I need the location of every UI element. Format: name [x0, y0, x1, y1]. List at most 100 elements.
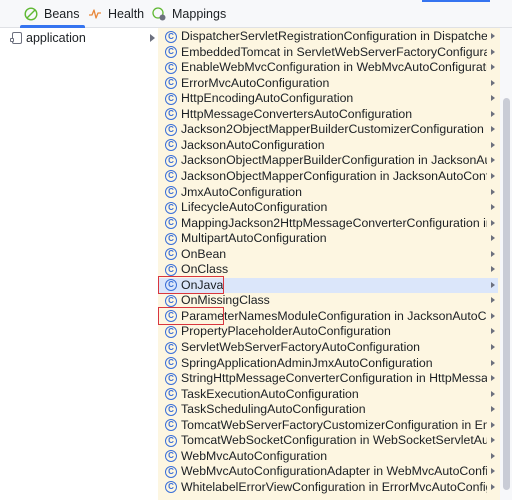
list-item-label: TaskExecutionAutoConfiguration [181, 386, 359, 401]
list-item[interactable]: C OnClass [158, 262, 498, 278]
class-icon: C [165, 310, 177, 323]
list-item[interactable]: C EmbeddedTomcat in ServletWebServerFacto… [158, 45, 498, 61]
class-icon: C [165, 263, 177, 276]
list-item[interactable]: C OnBean [158, 247, 498, 263]
chevron-right-icon [491, 33, 495, 39]
list-item[interactable]: C DispatcherServletRegistrationConfigurat… [158, 29, 498, 45]
chevron-right-icon [491, 157, 495, 164]
health-icon [88, 7, 102, 21]
list-item[interactable]: C JacksonAutoConfiguration [158, 138, 498, 154]
class-icon: C [165, 481, 177, 494]
tree-item-application[interactable]: application [0, 30, 158, 46]
chevron-right-icon [491, 437, 495, 444]
list-item[interactable]: C TomcatWebSocketConfiguration in WebSock… [158, 433, 498, 449]
list-item[interactable]: C ErrorMvcAutoConfiguration [158, 76, 498, 92]
chevron-right-icon [491, 219, 495, 226]
chevron-right-icon [491, 328, 495, 335]
application-tree: application [0, 28, 158, 500]
class-icon: C [165, 357, 177, 370]
tree-item-label: application [26, 31, 86, 45]
class-icon: C [165, 170, 177, 183]
chevron-right-icon [491, 79, 495, 86]
list-item-label: TomcatWebServerFactoryCustomizerConfigur… [181, 417, 487, 432]
chevron-right-icon [491, 406, 495, 413]
chevron-right-icon [491, 126, 495, 133]
chevron-right-icon [491, 204, 495, 211]
class-icon: C [165, 419, 177, 432]
list-item[interactable]: C TaskSchedulingAutoConfiguration [158, 402, 498, 418]
tab-beans-label: Beans [44, 6, 80, 21]
list-item-label: DispatcherServletRegistrationConfigurati… [181, 29, 487, 43]
chevron-right-icon [491, 390, 495, 397]
tab-scroll-indicator [422, 0, 490, 2]
class-icon: C [165, 123, 177, 136]
chevron-right-icon [491, 95, 495, 102]
chevron-right-icon [491, 483, 495, 490]
list-item-label: WhitelabelErrorViewConfiguration in Erro… [181, 479, 487, 494]
list-item-label: WebMvcAutoConfiguration [181, 448, 328, 463]
chevron-right-icon [491, 110, 495, 117]
list-item[interactable]: C LifecycleAutoConfiguration [158, 200, 498, 216]
chevron-right-icon [491, 297, 495, 304]
chevron-right-icon [491, 266, 495, 273]
tab-mappings-label: Mappings [172, 6, 227, 21]
class-icon: C [165, 46, 177, 59]
list-item[interactable]: C MappingJackson2HttpMessageConverterConf… [158, 216, 498, 232]
vertical-scrollbar[interactable] [500, 28, 512, 500]
class-icon: C [165, 294, 177, 307]
list-item-label: TomcatWebSocketConfiguration in WebSocke… [181, 433, 487, 448]
list-item-label: ParameterNamesModuleConfiguration in Jac… [181, 308, 487, 323]
list-item-label: JacksonObjectMapperBuilderConfiguration … [181, 153, 487, 168]
list-item[interactable]: C Jackson2ObjectMapperBuilderCustomizerCo… [158, 122, 498, 138]
list-item[interactable]: C OnMissingClass [158, 293, 498, 309]
tab-health[interactable]: Health [88, 0, 144, 27]
chevron-right-icon [491, 468, 495, 475]
list-item[interactable]: C HttpMessageConvertersAutoConfiguration [158, 107, 498, 123]
list-item-label: SpringApplicationAdminJmxAutoConfigurati… [181, 355, 433, 370]
list-item[interactable]: C SpringApplicationAdminJmxAutoConfigurat… [158, 356, 498, 372]
list-item[interactable]: C EnableWebMvcConfiguration in WebMvcAuto… [158, 60, 498, 76]
list-item-label: LifecycleAutoConfiguration [181, 200, 328, 215]
list-item[interactable]: C PropertyPlaceholderAutoConfiguration [158, 324, 498, 340]
chevron-right-icon [491, 312, 495, 319]
list-item[interactable]: C TomcatWebServerFactoryCustomizerConfigu… [158, 418, 498, 434]
chevron-right-icon [491, 188, 495, 195]
chevron-right-icon [491, 141, 495, 148]
tab-mappings[interactable]: Mappings [152, 0, 226, 27]
class-icon: C [165, 248, 177, 261]
chevron-right-icon [150, 34, 155, 42]
list-item[interactable]: C WhitelabelErrorViewConfiguration in Err… [158, 480, 498, 496]
list-item-label: WebMvcAutoConfigurationAdapter in WebMvc… [181, 464, 487, 479]
list-item-label: PropertyPlaceholderAutoConfiguration [181, 324, 391, 339]
chevron-right-icon [491, 250, 495, 257]
list-item-label: EnableWebMvcConfiguration in WebMvcAutoC… [181, 60, 487, 75]
scrollbar-thumb[interactable] [503, 98, 510, 490]
list-item[interactable]: C JacksonObjectMapperBuilderConfiguration… [158, 153, 498, 169]
list-item[interactable]: C OnJava [158, 277, 498, 294]
list-item[interactable]: C MultipartAutoConfiguration [158, 231, 498, 247]
class-icon: C [165, 217, 177, 230]
chevron-right-icon [491, 172, 495, 179]
list-item[interactable]: C StringHttpMessageConverterConfiguration… [158, 371, 498, 387]
list-item[interactable]: C TaskExecutionAutoConfiguration [158, 387, 498, 403]
list-item[interactable]: C JmxAutoConfiguration [158, 185, 498, 201]
class-icon: C [165, 61, 177, 74]
class-icon: C [165, 77, 177, 90]
list-item-label: JacksonAutoConfiguration [181, 137, 325, 152]
chevron-right-icon [491, 48, 495, 55]
class-icon: C [165, 154, 177, 167]
list-item[interactable]: C ParameterNamesModuleConfiguration in Ja… [158, 309, 498, 325]
list-item-label: OnBean [181, 246, 227, 261]
class-icon: C [165, 108, 177, 121]
chevron-right-icon [491, 359, 495, 366]
list-item[interactable]: C WebMvcAutoConfiguration [158, 449, 498, 465]
tool-window-tab-bar: Beans Health Mappings [0, 0, 512, 28]
tab-beans[interactable]: Beans [19, 0, 86, 28]
class-icon: C [165, 92, 177, 105]
list-item-label: HttpMessageConvertersAutoConfiguration [181, 106, 413, 121]
list-item[interactable]: C WebMvcAutoConfigurationAdapter in WebMv… [158, 464, 498, 480]
list-item[interactable]: C ServletWebServerFactoryAutoConfiguratio… [158, 340, 498, 356]
chevron-right-icon [491, 344, 495, 350]
list-item[interactable]: C JacksonObjectMapperConfiguration in Jac… [158, 169, 498, 185]
list-item[interactable]: C HttpEncodingAutoConfiguration [158, 91, 498, 107]
